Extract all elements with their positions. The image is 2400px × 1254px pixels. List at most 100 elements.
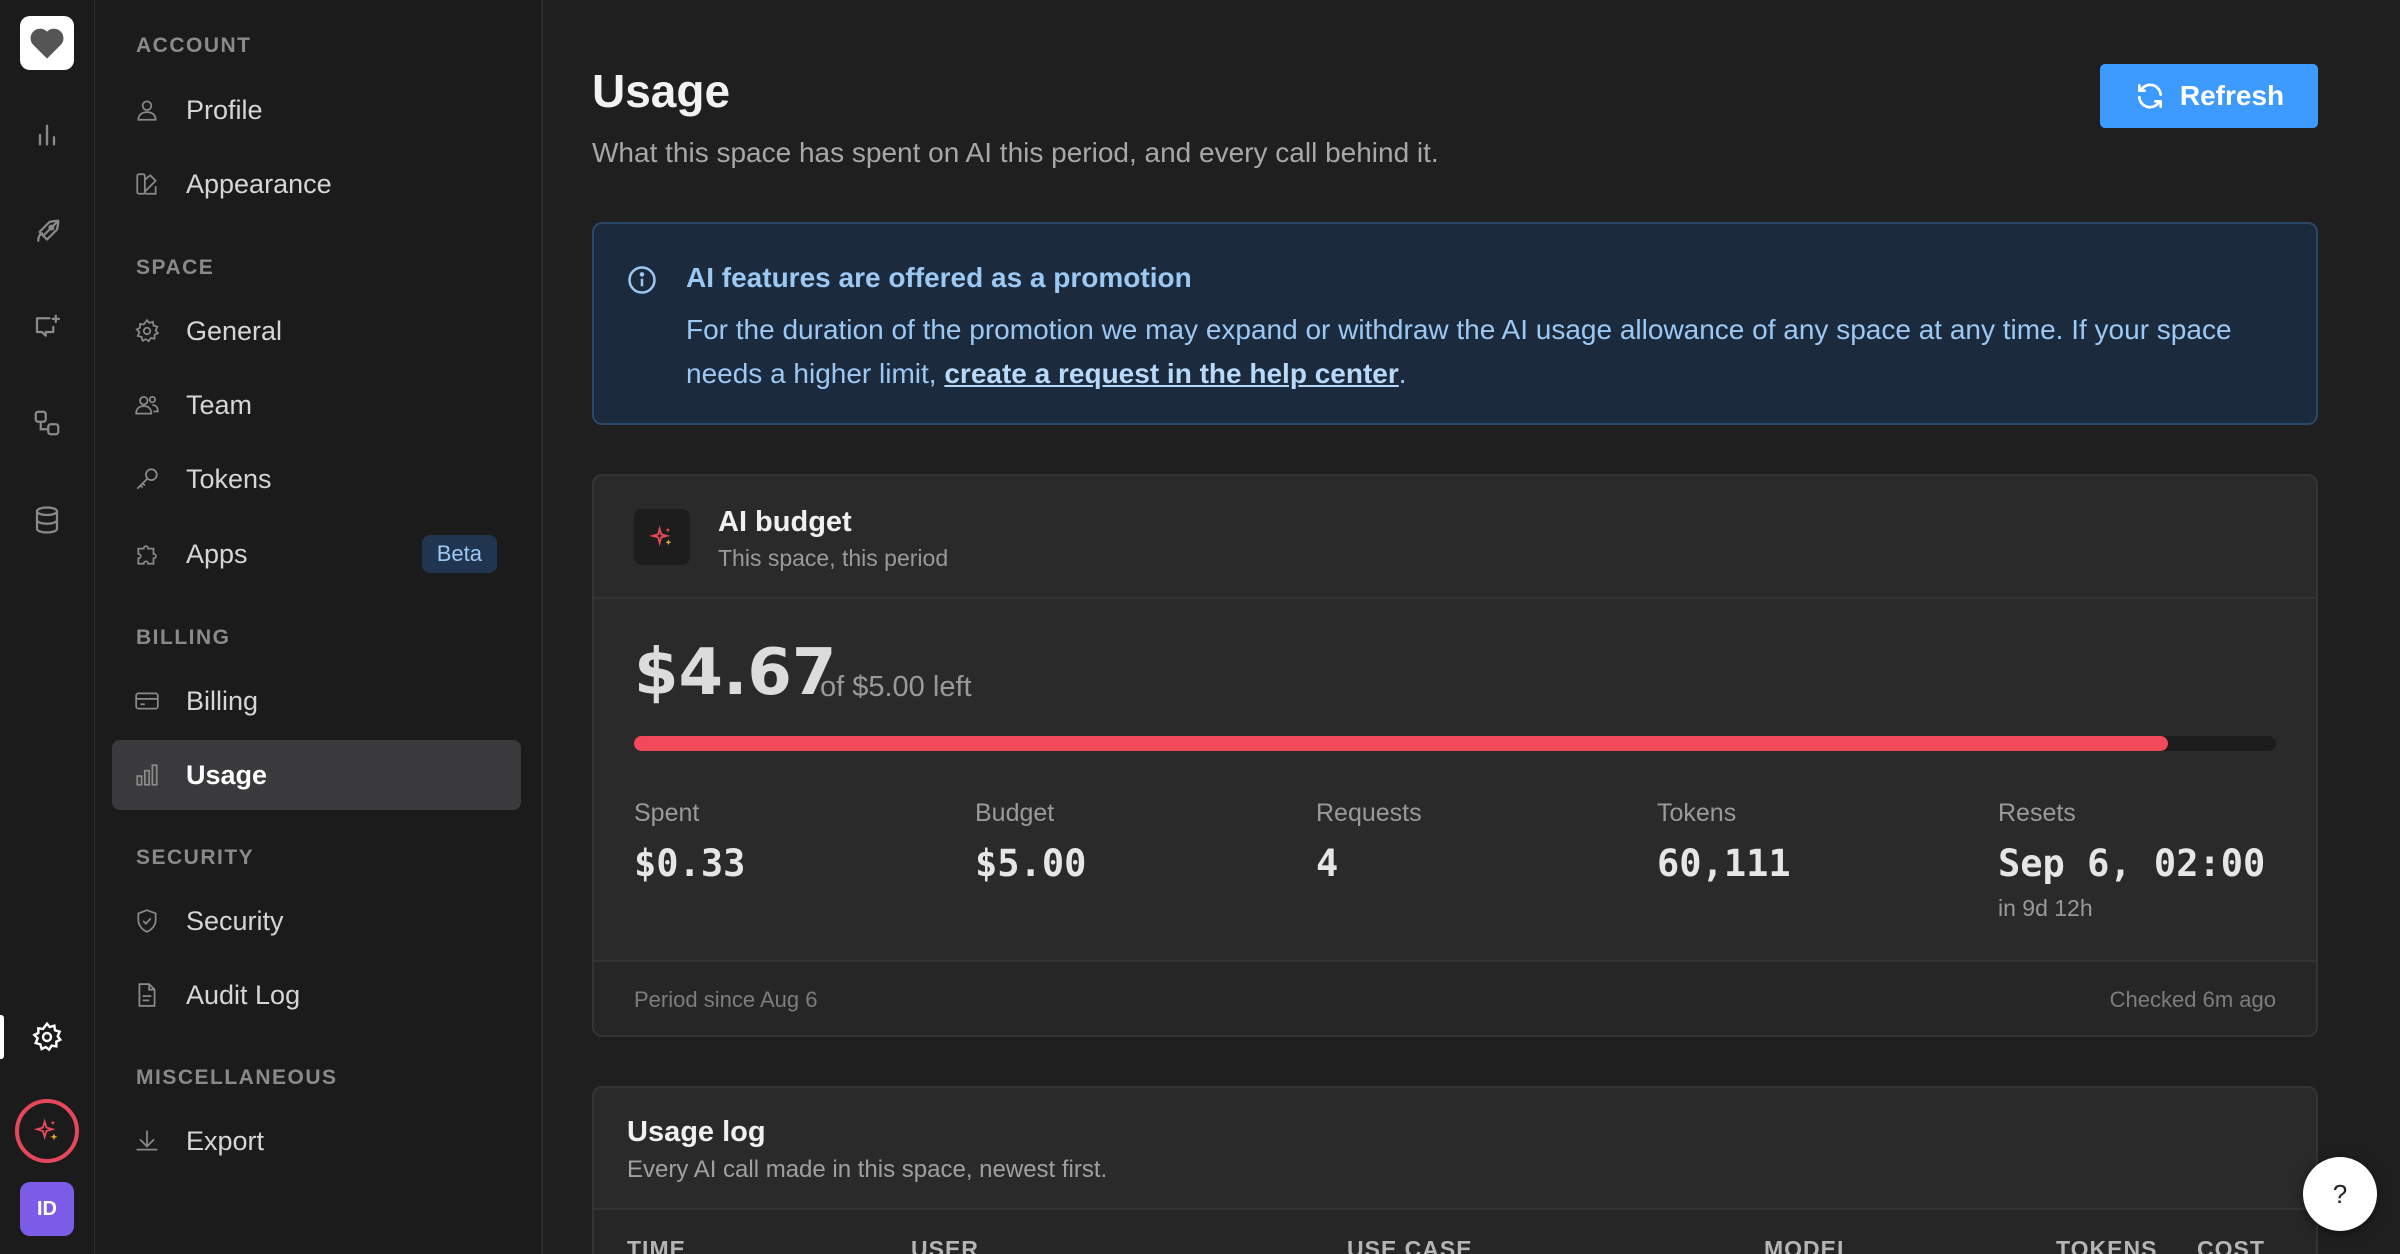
gear-icon <box>130 314 164 348</box>
puzzle-icon <box>130 537 164 571</box>
sidebar-item-usage[interactable]: Usage <box>112 740 521 810</box>
refresh-label: Refresh <box>2179 80 2285 111</box>
section-title-miscellaneous: MISCELLANEOUS <box>136 1066 338 1089</box>
sidebar-item-label: Profile <box>186 94 263 125</box>
column-header-use-case[interactable]: USE CASE <box>1347 1236 1473 1254</box>
card-header: AI budget This space, this period <box>594 476 2316 599</box>
sidebar-item-label: Team <box>186 389 253 420</box>
table-header: TIME USER USE CASE MODEL TOKENS COST <box>594 1208 2316 1254</box>
download-icon <box>130 1124 164 1158</box>
sidebar-item-security[interactable]: Security <box>112 886 521 956</box>
stat-value: Sep 6, 02:00 <box>1998 842 2266 885</box>
refresh-icon <box>2137 83 2162 109</box>
column-header-time[interactable]: TIME <box>627 1236 686 1254</box>
sidebar-item-label: Apps <box>186 538 248 569</box>
stat-label: Tokens <box>1657 799 1737 827</box>
section-title-billing: BILLING <box>136 626 231 649</box>
promotion-banner: AI features are offered as a promotion F… <box>592 222 2318 425</box>
column-header-tokens[interactable]: TOKENS <box>2056 1236 2157 1254</box>
stat-value: $5.00 <box>975 842 1087 885</box>
avatar[interactable]: ID <box>20 1182 74 1236</box>
stat-value: $0.33 <box>634 842 746 885</box>
section-title-security: SECURITY <box>136 846 255 869</box>
document-icon <box>130 978 164 1012</box>
sidebar-item-appearance[interactable]: Appearance <box>112 149 521 219</box>
period-label: Period since Aug 6 <box>634 987 818 1012</box>
banner-body: For the duration of the promotion we may… <box>686 308 2286 396</box>
sidebar-item-label: Audit Log <box>186 979 301 1010</box>
credit-card-icon <box>130 684 164 718</box>
help-center-link[interactable]: create a request in the help center <box>944 358 1398 389</box>
ai-sparkle-icon <box>634 509 690 565</box>
icon-rail: ID <box>0 0 95 1254</box>
sidebar-item-label: Billing <box>186 685 259 716</box>
budget-progress-fill <box>634 736 2168 751</box>
ai-budget-card: AI budget This space, this period $4.67 … <box>592 474 2318 1037</box>
banner-text: For the duration of the promotion we may… <box>686 314 2232 389</box>
checked-label: Checked 6m ago <box>2109 987 2276 1012</box>
active-indicator <box>0 1015 4 1059</box>
ai-budget-ring[interactable] <box>15 1099 79 1163</box>
refresh-button[interactable]: Refresh <box>2100 64 2318 128</box>
sidebar-item-label: Export <box>186 1125 265 1156</box>
stat-tokens: Tokens 60,111 <box>1657 799 1791 885</box>
budget-progress-bar <box>634 736 2276 751</box>
shield-icon <box>130 904 164 938</box>
rocket-icon[interactable] <box>26 211 68 253</box>
key-icon <box>130 462 164 496</box>
usage-log-title: Usage log <box>627 1116 766 1148</box>
banner-end: . <box>1398 358 1407 389</box>
users-icon <box>130 388 164 422</box>
gear-icon[interactable] <box>26 1016 68 1058</box>
bar-chart-icon[interactable] <box>26 114 68 156</box>
page-subtitle: What this space has spent on AI this per… <box>592 137 1439 168</box>
chat-sparkle-icon[interactable] <box>26 306 68 348</box>
palette-icon <box>130 167 164 201</box>
page-title: Usage <box>592 65 731 117</box>
column-header-cost[interactable]: COST <box>2197 1236 2265 1254</box>
stat-label: Requests <box>1316 799 1422 827</box>
stat-requests: Requests 4 <box>1316 799 1422 885</box>
heart-logo-icon[interactable] <box>20 16 74 70</box>
sidebar-item-billing[interactable]: Billing <box>112 666 521 736</box>
card-footer: Period since Aug 6 Checked 6m ago <box>594 960 2316 1035</box>
sidebar-item-audit-log[interactable]: Audit Log <box>112 960 521 1030</box>
sidebar-item-label: Security <box>186 905 284 936</box>
sidebar-item-apps[interactable]: Apps Beta <box>112 519 521 589</box>
database-icon[interactable] <box>26 499 68 541</box>
user-icon <box>130 93 164 127</box>
stat-label: Spent <box>634 799 700 827</box>
stat-label: Resets <box>1998 799 2076 827</box>
bar-chart-icon <box>130 758 164 792</box>
sidebar-item-general[interactable]: General <box>112 296 521 366</box>
remaining-amount: $4.67 <box>634 636 837 710</box>
beta-badge: Beta <box>421 535 497 573</box>
stat-label: Budget <box>975 799 1055 827</box>
sidebar-item-profile[interactable]: Profile <box>112 75 521 145</box>
sidebar-item-label: Usage <box>186 759 268 790</box>
column-header-model[interactable]: MODEL <box>1764 1236 1852 1254</box>
stat-spent: Spent $0.33 <box>634 799 745 885</box>
remaining-of-label: of $5.00 left <box>820 671 972 703</box>
workflow-icon[interactable] <box>26 402 68 444</box>
usage-log-card: Usage log Every AI call made in this spa… <box>592 1086 2318 1254</box>
main-content: Usage What this space has spent on AI th… <box>545 0 2400 1254</box>
section-title-account: ACCOUNT <box>136 34 252 57</box>
sidebar-item-tokens[interactable]: Tokens <box>112 444 521 514</box>
card-title: AI budget <box>718 506 852 538</box>
stat-budget: Budget $5.00 <box>975 799 1086 885</box>
stat-subtext: in 9d 12h <box>1998 895 2093 921</box>
sidebar-item-label: General <box>186 315 283 346</box>
sidebar-item-team[interactable]: Team <box>112 370 521 440</box>
usage-log-subtitle: Every AI call made in this space, newest… <box>627 1156 1108 1183</box>
section-title-space: SPACE <box>136 256 215 279</box>
stat-resets: Resets Sep 6, 02:00 in 9d 12h <box>1998 799 2265 922</box>
help-button[interactable]: ? <box>2303 1157 2377 1231</box>
banner-title: AI features are offered as a promotion <box>686 262 1192 293</box>
stat-value: 4 <box>1316 842 1339 885</box>
info-icon <box>627 265 657 300</box>
sidebar-item-export[interactable]: Export <box>112 1106 521 1176</box>
ai-sparkle-icon <box>33 1118 58 1141</box>
stat-value: 60,111 <box>1657 842 1791 885</box>
column-header-user[interactable]: USER <box>911 1236 979 1254</box>
